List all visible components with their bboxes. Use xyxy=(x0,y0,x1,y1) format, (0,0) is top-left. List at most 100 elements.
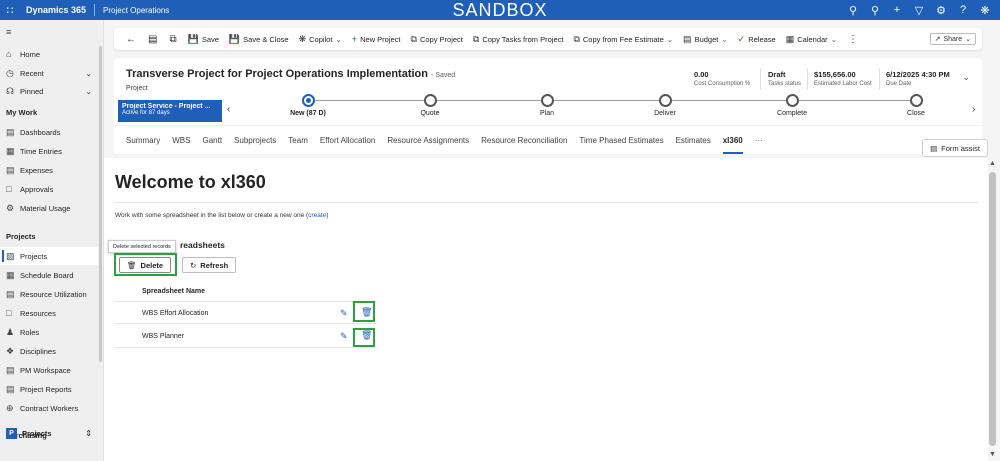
nav-group-my-work: My Work xyxy=(6,108,38,117)
bpf-prev-icon[interactable]: ‹ xyxy=(227,104,230,115)
header-field-due-date[interactable]: 6/12/2025 4:30 PM Due Date xyxy=(886,70,950,87)
refresh-button[interactable]: ↻ Refresh xyxy=(182,257,237,273)
tab-xl360[interactable]: xl360 xyxy=(722,136,743,154)
nav-collapse-icon[interactable]: ≡ xyxy=(0,23,98,41)
tab-wbs[interactable]: WBS xyxy=(172,136,190,145)
edit-icon[interactable]: ✎ xyxy=(340,331,348,342)
scroll-down-icon[interactable]: ▼ xyxy=(989,451,996,458)
updown-chevron-icon: ⇕ xyxy=(85,428,92,438)
nav-item-material-usage[interactable]: ⚙ Material Usage xyxy=(0,199,98,217)
tab-more[interactable]: ··· xyxy=(755,136,763,145)
tab-gantt[interactable]: Gantt xyxy=(202,136,222,145)
nav-item-roles[interactable]: ♟ Roles xyxy=(0,323,98,341)
bpf-active-process[interactable]: Project Service - Project ... Active for… xyxy=(118,100,222,122)
header-field-tasks-status[interactable]: Draft Tasks status xyxy=(768,70,801,87)
nav-item-approvals[interactable]: □ Approvals xyxy=(0,180,98,198)
bpf-stage-quote[interactable]: Quote xyxy=(395,94,465,117)
edit-icon[interactable]: ✎ xyxy=(340,308,348,319)
calendar-button[interactable]: ▦ Calendar ⌄ xyxy=(781,34,842,45)
more-commands-icon[interactable]: ⋮ xyxy=(842,34,864,45)
open-new-window-icon[interactable]: ⧉ xyxy=(163,34,182,45)
bpf-stage-new[interactable]: New (87 D) xyxy=(273,94,343,117)
resource-icon: □ xyxy=(6,308,12,318)
form-assist-button[interactable]: ▤ Form assist xyxy=(922,139,988,157)
nav-item-home[interactable]: ⌂ Home xyxy=(0,45,98,63)
help-icon[interactable]: ? xyxy=(952,4,974,16)
bpf-next-icon[interactable]: › xyxy=(972,104,975,115)
tooltip: Delete selected records xyxy=(108,240,176,253)
copilot-button[interactable]: ❋ Copilot ⌄ xyxy=(294,34,347,45)
header-field-estimated-labor-cost[interactable]: $155,656.00 Estimated Labor Cost xyxy=(814,70,872,87)
stage-circle-icon xyxy=(540,94,554,107)
nav-item-project-reports[interactable]: ▤ Project Reports xyxy=(0,380,98,398)
pin-icon: ☊ xyxy=(6,85,14,96)
tab-subprojects[interactable]: Subprojects xyxy=(234,136,276,145)
bpf-stage-deliver[interactable]: Deliver xyxy=(630,94,700,117)
app-name[interactable]: Dynamics 365 xyxy=(20,5,94,15)
copilot-icon[interactable]: ❋ xyxy=(974,4,996,17)
search-icon[interactable]: ⚲ xyxy=(842,4,864,17)
form-tabs: Summary WBS Gantt Subprojects Team Effor… xyxy=(114,125,982,154)
nav-item-projects[interactable]: ▧ Projects xyxy=(0,247,98,265)
nav-item-expenses[interactable]: ▤ Expenses xyxy=(0,161,98,179)
page-scrollbar-thumb[interactable] xyxy=(989,172,996,446)
puzzle-icon: ❖ xyxy=(6,345,15,356)
budget-button[interactable]: ▤ Budget ⌄ xyxy=(678,34,733,45)
column-header-spreadsheet-name[interactable]: Spreadsheet Name xyxy=(142,288,205,295)
nav-item-contract-workers[interactable]: ⊕ Contract Workers xyxy=(0,399,98,417)
tab-summary[interactable]: Summary xyxy=(126,136,160,145)
form-view-icon[interactable]: ▤ xyxy=(142,34,163,45)
table-row[interactable]: WBS Planner ✎ 🗑 xyxy=(115,325,377,348)
bpf-stage-close[interactable]: Close xyxy=(881,94,951,117)
nav-item-schedule-board[interactable]: ▦ Schedule Board xyxy=(0,266,98,284)
new-project-button[interactable]: + New Project xyxy=(347,34,406,44)
tab-team[interactable]: Team xyxy=(288,136,308,145)
gear-icon[interactable]: ⚙ xyxy=(930,4,952,17)
plus-icon[interactable]: + xyxy=(886,4,908,16)
nav-item-dashboards[interactable]: ▤ Dashboards xyxy=(0,123,98,141)
calendar-icon: ▦ xyxy=(785,33,795,44)
tab-resource-reconciliation[interactable]: Resource Reconciliation xyxy=(481,136,567,145)
nav-item-pm-workspace[interactable]: ▤ PM Workspace xyxy=(0,361,98,379)
nav-item-pinned[interactable]: ☊ Pinned ⌄ xyxy=(0,82,98,100)
divider xyxy=(760,68,761,90)
nav-item-recent[interactable]: ◷ Recent ⌄ xyxy=(0,64,98,82)
copy-fee-estimate-button[interactable]: ⧉ Copy from Fee Estimate ⌄ xyxy=(568,34,678,45)
table-row[interactable]: WBS Effort Allocation ✎ 🗑 xyxy=(115,301,377,324)
nav-item-resource-utilization[interactable]: ▤ Resource Utilization xyxy=(0,285,98,303)
save-close-button[interactable]: 💾 Save & Close xyxy=(224,34,294,45)
area-name[interactable]: Project Operations xyxy=(95,6,169,15)
spreadsheet-name[interactable]: WBS Planner xyxy=(142,333,184,340)
nav-group-projects: Projects xyxy=(6,232,36,241)
save-button[interactable]: 💾 Save xyxy=(183,34,224,45)
release-button[interactable]: ✓ Release xyxy=(733,34,781,45)
copy-tasks-button[interactable]: ⧉ Copy Tasks from Project xyxy=(468,34,569,45)
back-arrow-icon[interactable]: ← xyxy=(120,34,142,45)
stage-active-icon xyxy=(301,94,315,107)
tab-effort-allocation[interactable]: Effort Allocation xyxy=(320,136,375,145)
area-switcher[interactable]: P Projects ⇕ xyxy=(0,425,98,441)
copy-project-button[interactable]: ⧉ Copy Project xyxy=(406,34,468,45)
filter-icon[interactable]: ▽ xyxy=(908,4,930,17)
expand-header-icon[interactable]: ⌄ xyxy=(962,72,970,83)
tab-resource-assignments[interactable]: Resource Assignments xyxy=(387,136,469,145)
lightbulb-icon[interactable]: ⚲ xyxy=(864,4,886,17)
header-field-cost-consumption[interactable]: 0.00 Cost Consumption % xyxy=(694,70,750,87)
app-launcher-icon[interactable]: ∷ xyxy=(0,4,20,17)
highlight-box xyxy=(114,253,177,276)
scroll-up-icon[interactable]: ▲ xyxy=(989,160,996,167)
receipt-icon: ▤ xyxy=(6,164,15,175)
bpf-stage-complete[interactable]: Complete xyxy=(757,94,827,117)
nav-item-disciplines[interactable]: ❖ Disciplines xyxy=(0,342,98,360)
tab-time-phased-estimates[interactable]: Time Phased Estimates xyxy=(579,136,663,145)
share-button[interactable]: ↗ Share ⌄ xyxy=(929,33,976,45)
create-link[interactable]: create xyxy=(308,212,326,219)
bpf-stage-plan[interactable]: Plan xyxy=(512,94,582,117)
sitemap-nav: ≡ ⌂ Home ◷ Recent ⌄ ☊ Pinned ⌄ My Work ▤ Dashb… xyxy=(0,20,104,461)
tab-estimates[interactable]: Estimates xyxy=(676,136,711,145)
spreadsheet-name[interactable]: WBS Effort Allocation xyxy=(142,310,208,317)
nav-scrollbar[interactable] xyxy=(99,46,102,362)
save-icon: 💾 xyxy=(187,33,199,44)
nav-item-resources[interactable]: □ Resources xyxy=(0,304,98,322)
nav-item-time-entries[interactable]: ▦ Time Entries xyxy=(0,142,98,160)
